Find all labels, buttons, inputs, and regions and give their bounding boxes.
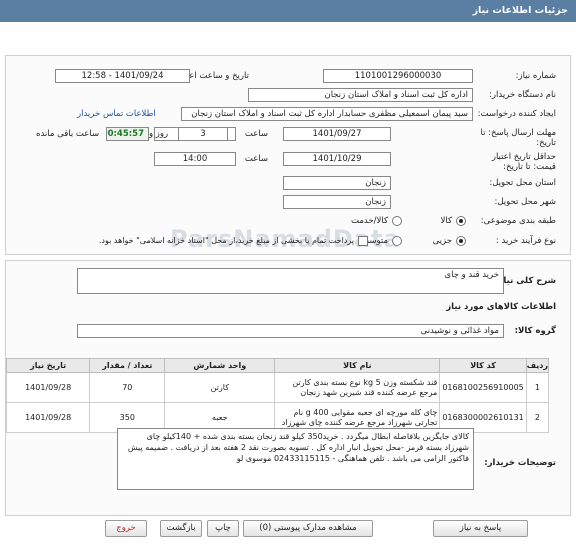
treasury-checkbox[interactable] xyxy=(358,236,368,246)
city-field: زنجان xyxy=(283,195,391,209)
need-number-label: شماره نیاز: xyxy=(515,71,556,81)
province-field: زنجان xyxy=(283,176,391,190)
cell-name: قند شکسته وزن kg 5 نوع بسته بندی کارتن م… xyxy=(274,372,441,403)
need-summary-label: شرح کلی نیاز: xyxy=(495,276,556,286)
items-section-title: اطلاعات کالاهای مورد نیاز xyxy=(446,302,556,312)
cell-row: 1 xyxy=(525,372,550,403)
cell-code: 0168100256910005 xyxy=(439,372,527,403)
process-option-minor: جزیی xyxy=(432,236,452,246)
need-summary-field: خرید قند و چای xyxy=(77,268,504,294)
goods-group-field: مواد غذائی و نوشیدنی xyxy=(77,324,504,338)
buyer-notes-field: کالای جایگزین بلافاصله ابطال میگردد . خر… xyxy=(117,428,474,490)
goods-group-label: گروه کالا: xyxy=(514,326,556,336)
col-date: تاریخ نیاز xyxy=(5,358,91,373)
buyer-field: اداره کل ثبت اسناد و املاک استان زنجان xyxy=(248,88,473,102)
province-label: استان محل تحویل: xyxy=(489,178,556,188)
deadline-label: مهلت ارسال پاسخ: تا تاریخ: xyxy=(480,128,556,148)
remaining-time-field: 00:45:57 xyxy=(106,127,149,141)
items-table: ردیف کد کالا نام کالا واحد شمارش تعداد /… xyxy=(5,358,550,433)
validity-label: حداقل تاریخ اعتبار قیمت: تا تاریخ: xyxy=(491,152,556,172)
creator-label: ایجاد کننده درخواست: xyxy=(477,109,556,119)
validity-time-label: ساعت xyxy=(244,154,268,164)
col-qty: تعداد / مقدار xyxy=(89,358,166,373)
days-count-field: 3 xyxy=(178,127,228,141)
category-option-goods-service: کالا/خدمت xyxy=(351,216,388,226)
cell-qty: 70 xyxy=(89,372,166,403)
announce-field: 1401/09/24 - 12:58 xyxy=(55,69,190,83)
process-label: نوع فرآیند خرید : xyxy=(495,236,556,246)
attachments-button[interactable]: مشاهده مدارک پیوستی (0) xyxy=(243,520,373,537)
table-row: 1 0168100256910005 قند شکسته وزن kg 5 نو… xyxy=(5,372,550,403)
need-number-field: 1101001296000030 xyxy=(323,69,473,83)
cell-row: 2 xyxy=(525,402,550,433)
page-title: جزئیات اطلاعات نیاز xyxy=(0,0,576,22)
process-radio-minor[interactable] xyxy=(456,236,466,246)
days-label: روز و xyxy=(149,129,169,139)
exit-button[interactable]: خروج xyxy=(105,520,147,537)
col-unit: واحد شمارش xyxy=(164,358,276,373)
category-radio-goods-service[interactable] xyxy=(392,216,402,226)
city-label: شهر محل تحویل: xyxy=(494,197,556,207)
process-radio-medium[interactable] xyxy=(392,236,402,246)
remaining-label: ساعت باقی مانده xyxy=(36,129,100,139)
buyer-notes-label: توضیحات خریدار: xyxy=(484,458,556,468)
col-row: ردیف xyxy=(525,358,550,373)
validity-date-field: 1401/10/29 xyxy=(283,152,391,166)
category-option-goods: کالا xyxy=(440,216,452,226)
deadline-time-label: ساعت xyxy=(244,129,268,139)
print-button[interactable]: چاپ xyxy=(207,520,239,537)
cell-unit: کارتن xyxy=(164,372,276,403)
creator-field: سید پیمان اسمعیلی مظفری حسابدار اداره کل… xyxy=(181,107,473,121)
validity-time-field: 14:00 xyxy=(154,152,236,166)
back-button[interactable]: بازگشت xyxy=(160,520,202,537)
buyer-contact-link[interactable]: اطلاعات تماس خریدار xyxy=(77,109,156,119)
col-name: نام کالا xyxy=(274,358,441,373)
cell-date: 1401/09/28 xyxy=(5,402,91,433)
category-label: طبقه بندی موضوعی: xyxy=(480,216,556,226)
col-code: کد کالا xyxy=(439,358,527,373)
cell-date: 1401/09/28 xyxy=(5,372,91,403)
category-radio-goods[interactable] xyxy=(456,216,466,226)
treasury-note: پرداخت تمام یا بخشی از مبلغ خرید،از محل … xyxy=(98,236,354,245)
reply-button[interactable]: پاسخ به نیاز xyxy=(433,520,528,537)
deadline-date-field: 1401/09/27 xyxy=(283,127,391,141)
buyer-label: نام دستگاه خریدار: xyxy=(489,90,556,100)
